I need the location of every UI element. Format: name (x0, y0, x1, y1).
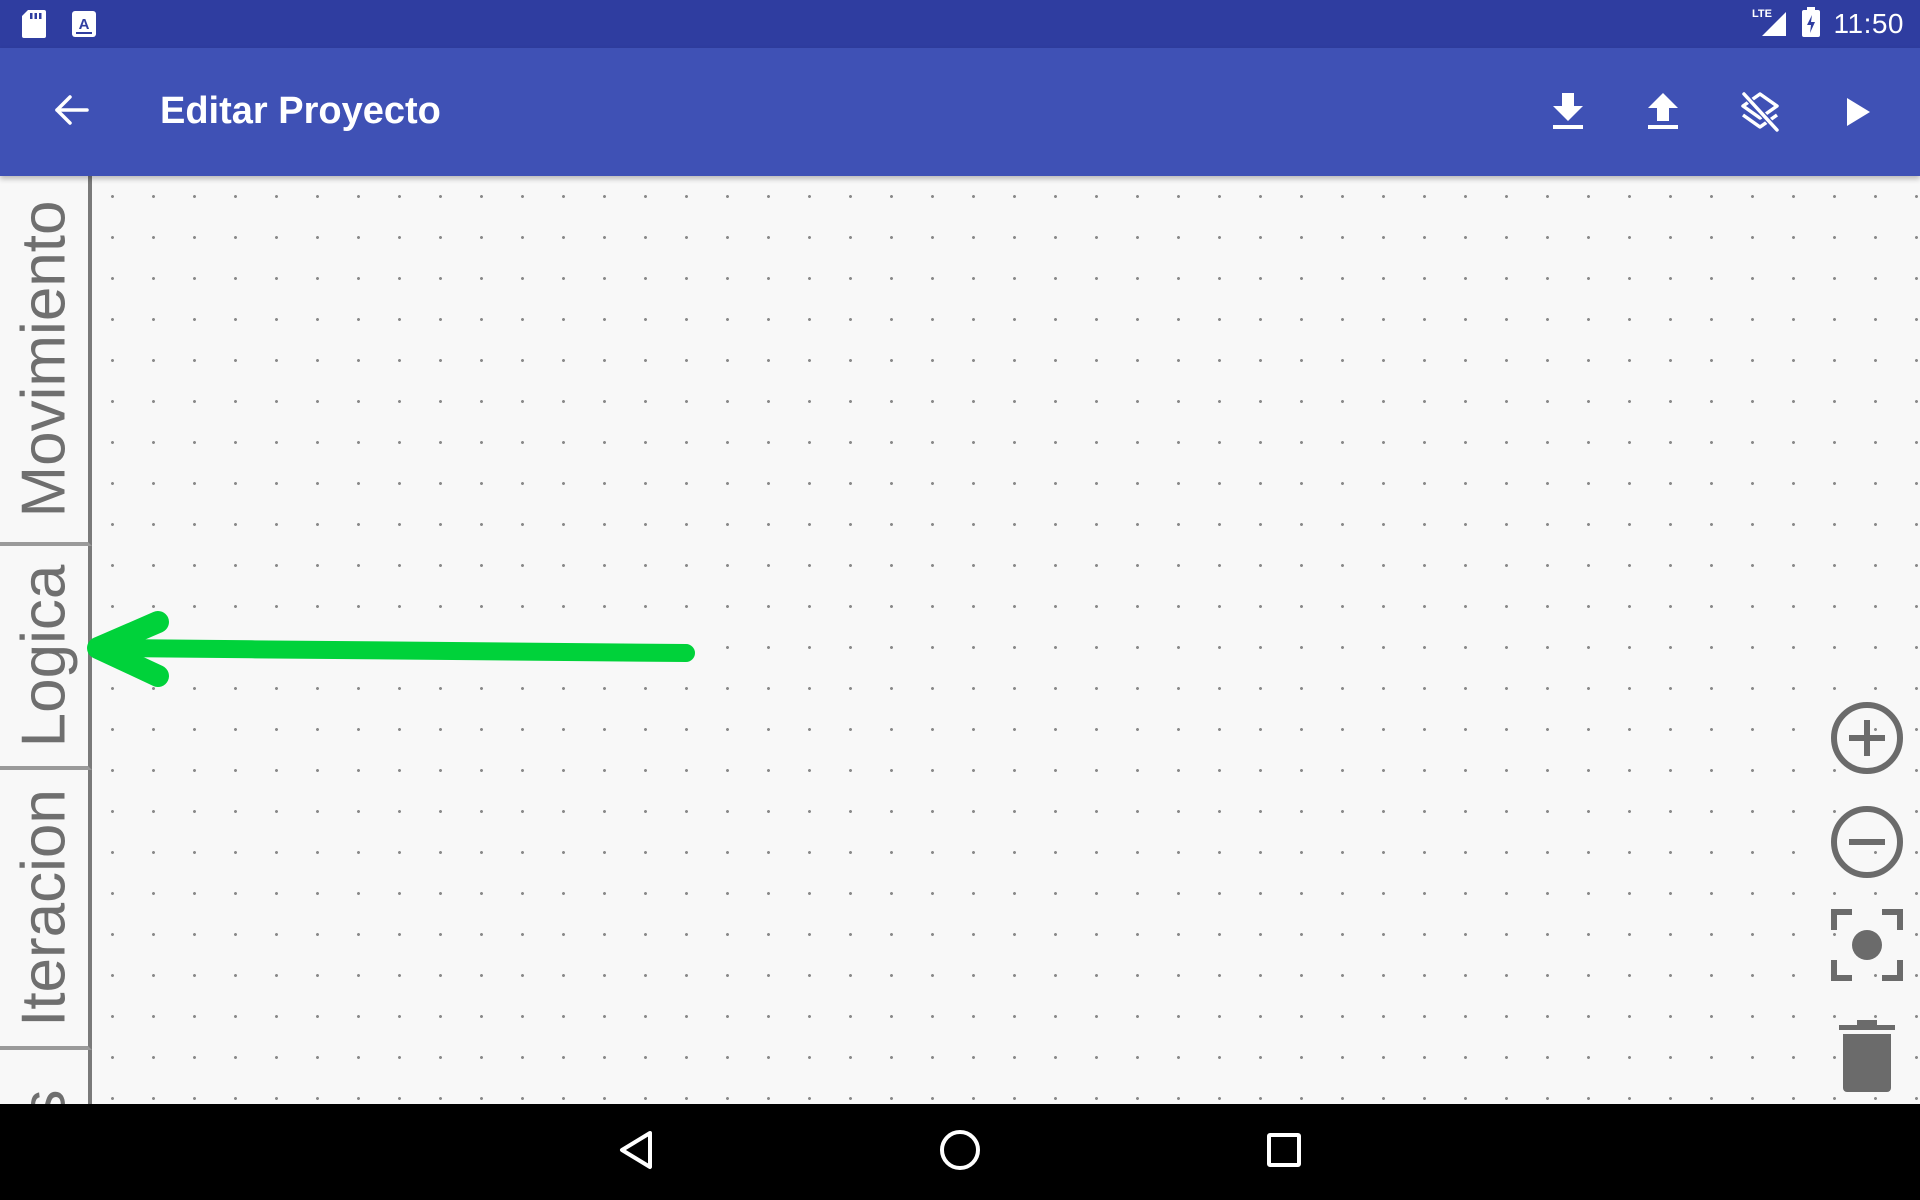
tab-movimiento[interactable]: Movimiento (0, 176, 92, 546)
play-icon (1844, 97, 1872, 132)
center-view-button[interactable] (1828, 908, 1906, 986)
nav-home-button[interactable] (930, 1122, 990, 1182)
download-icon (1551, 92, 1585, 136)
delete-button[interactable] (1828, 1012, 1906, 1104)
download-button[interactable] (1542, 88, 1594, 140)
svg-text:A: A (79, 16, 90, 33)
navigation-bar (0, 1104, 1920, 1200)
block-category-tabs: Movimiento Logica Iteracion s (0, 176, 96, 1104)
back-nav-icon (616, 1129, 656, 1176)
zoom-out-icon (1829, 804, 1905, 885)
network-type: LTE (1752, 8, 1772, 20)
home-nav-icon (938, 1128, 982, 1177)
nav-back-button[interactable] (606, 1122, 666, 1182)
tab-label: Iteracion (9, 789, 79, 1027)
tab-label: Movimiento (9, 200, 79, 518)
upload-button[interactable] (1637, 88, 1689, 140)
tab-label: s (9, 1089, 80, 1104)
tab-label: Logica (9, 564, 79, 748)
center-focus-icon (1830, 908, 1904, 987)
play-button[interactable] (1832, 88, 1884, 140)
trash-icon (1839, 1018, 1895, 1099)
upload-icon (1646, 92, 1680, 136)
tab-iteracion[interactable]: Iteracion (0, 770, 92, 1050)
sd-card-icon (22, 10, 46, 43)
battery-charging-icon (1801, 6, 1820, 42)
arrow-back-icon (54, 94, 90, 131)
signal-icon: LTE (1752, 6, 1788, 43)
clear-layers-icon (1739, 91, 1781, 138)
status-notifications: A (22, 10, 96, 43)
zoom-in-button[interactable] (1828, 701, 1906, 779)
page-title: Editar Proyecto (160, 90, 441, 132)
app-notification-icon: A (72, 11, 96, 42)
status-bar: A LTE 11:50 (0, 0, 1920, 48)
back-button[interactable] (44, 84, 100, 140)
workspace-canvas[interactable] (96, 176, 1920, 1104)
recents-nav-icon (1265, 1131, 1303, 1174)
clear-layers-button[interactable] (1734, 88, 1786, 140)
nav-recents-button[interactable] (1254, 1122, 1314, 1182)
app-bar: Editar Proyecto (0, 48, 1920, 176)
zoom-in-icon (1829, 700, 1905, 781)
tab-next-category[interactable]: s (0, 1050, 92, 1104)
clock: 11:50 (1833, 8, 1904, 39)
tab-logica[interactable]: Logica (0, 546, 92, 770)
zoom-out-button[interactable] (1828, 805, 1906, 883)
